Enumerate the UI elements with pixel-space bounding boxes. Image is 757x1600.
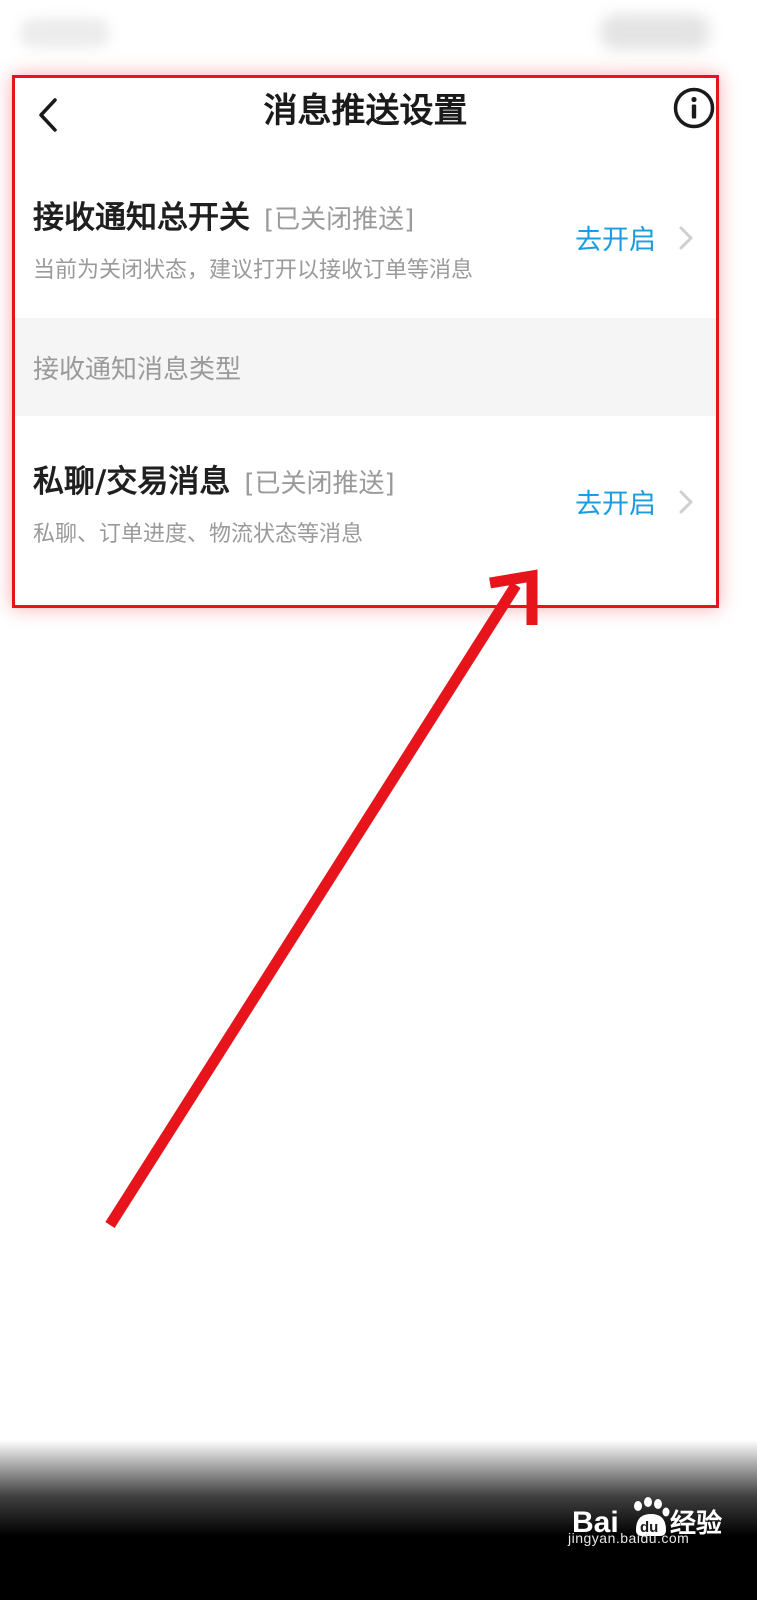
status-bar [0, 0, 757, 70]
annotation-highlight-box [12, 75, 719, 608]
watermark-url: jingyan.baidu.com [568, 1530, 690, 1546]
status-bar-icons [600, 14, 710, 50]
status-bar-time [20, 18, 110, 48]
